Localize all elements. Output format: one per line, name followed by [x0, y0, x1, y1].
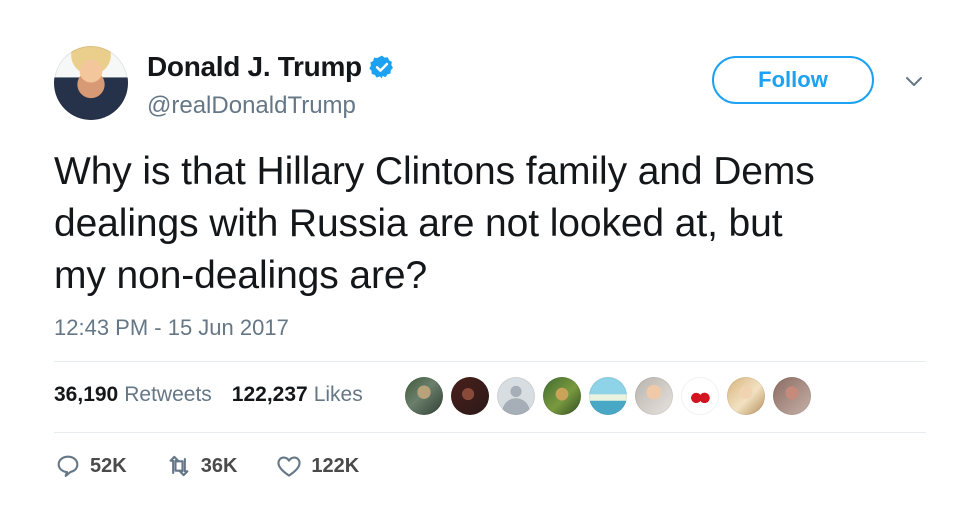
chevron-down-icon[interactable]: [902, 69, 926, 93]
liker-avatar[interactable]: [405, 377, 443, 415]
like-button[interactable]: 122K: [275, 452, 359, 480]
liker-avatar[interactable]: [589, 377, 627, 415]
liker-avatar[interactable]: [543, 377, 581, 415]
reply-icon: [57, 455, 79, 477]
liker-avatar[interactable]: [727, 377, 765, 415]
liker-avatar[interactable]: [681, 377, 719, 415]
like-count: 122K: [311, 454, 360, 477]
heart-icon: [277, 456, 301, 477]
engagement-stats: 36,190 Retweets 122,237 Likes: [54, 383, 363, 407]
author-avatar[interactable]: [54, 46, 128, 120]
reply-button[interactable]: 52K: [54, 452, 127, 480]
retweet-count: 36K: [200, 454, 238, 477]
retweets-count[interactable]: 36,190: [54, 383, 118, 407]
retweet-icon: [169, 455, 189, 477]
tweet-text-line: dealings with Russia are not looked at, …: [54, 202, 783, 245]
tweet-text: Why is that Hillary Clintons family and …: [54, 146, 944, 302]
likes-count[interactable]: 122,237: [232, 383, 308, 407]
author-name-row: Donald J. Trump: [147, 51, 395, 83]
retweets-label[interactable]: Retweets: [124, 383, 212, 407]
liker-avatar[interactable]: [635, 377, 673, 415]
retweet-button[interactable]: 36K: [165, 452, 238, 480]
liker-avatar[interactable]: [451, 377, 489, 415]
tweet-actions: 52K 36K 122K: [54, 452, 359, 480]
liker-avatar[interactable]: [773, 377, 811, 415]
likes-label[interactable]: Likes: [314, 383, 363, 407]
follow-button[interactable]: Follow: [712, 56, 874, 104]
tweet-text-line: Why is that Hillary Clintons family and …: [54, 150, 815, 193]
tweet-text-line: my non-dealings are?: [54, 254, 428, 297]
author-handle[interactable]: @realDonaldTrump: [147, 92, 356, 120]
reply-count: 52K: [90, 454, 127, 477]
liker-avatar[interactable]: [497, 377, 535, 415]
tweet-timestamp[interactable]: 12:43 PM - 15 Jun 2017: [54, 315, 289, 341]
verified-badge-icon: [369, 55, 393, 79]
author-display-name[interactable]: Donald J. Trump: [147, 51, 362, 83]
stats-top-divider: [54, 361, 926, 362]
stats-bottom-divider: [54, 432, 926, 433]
likers-facepile: [405, 377, 819, 415]
